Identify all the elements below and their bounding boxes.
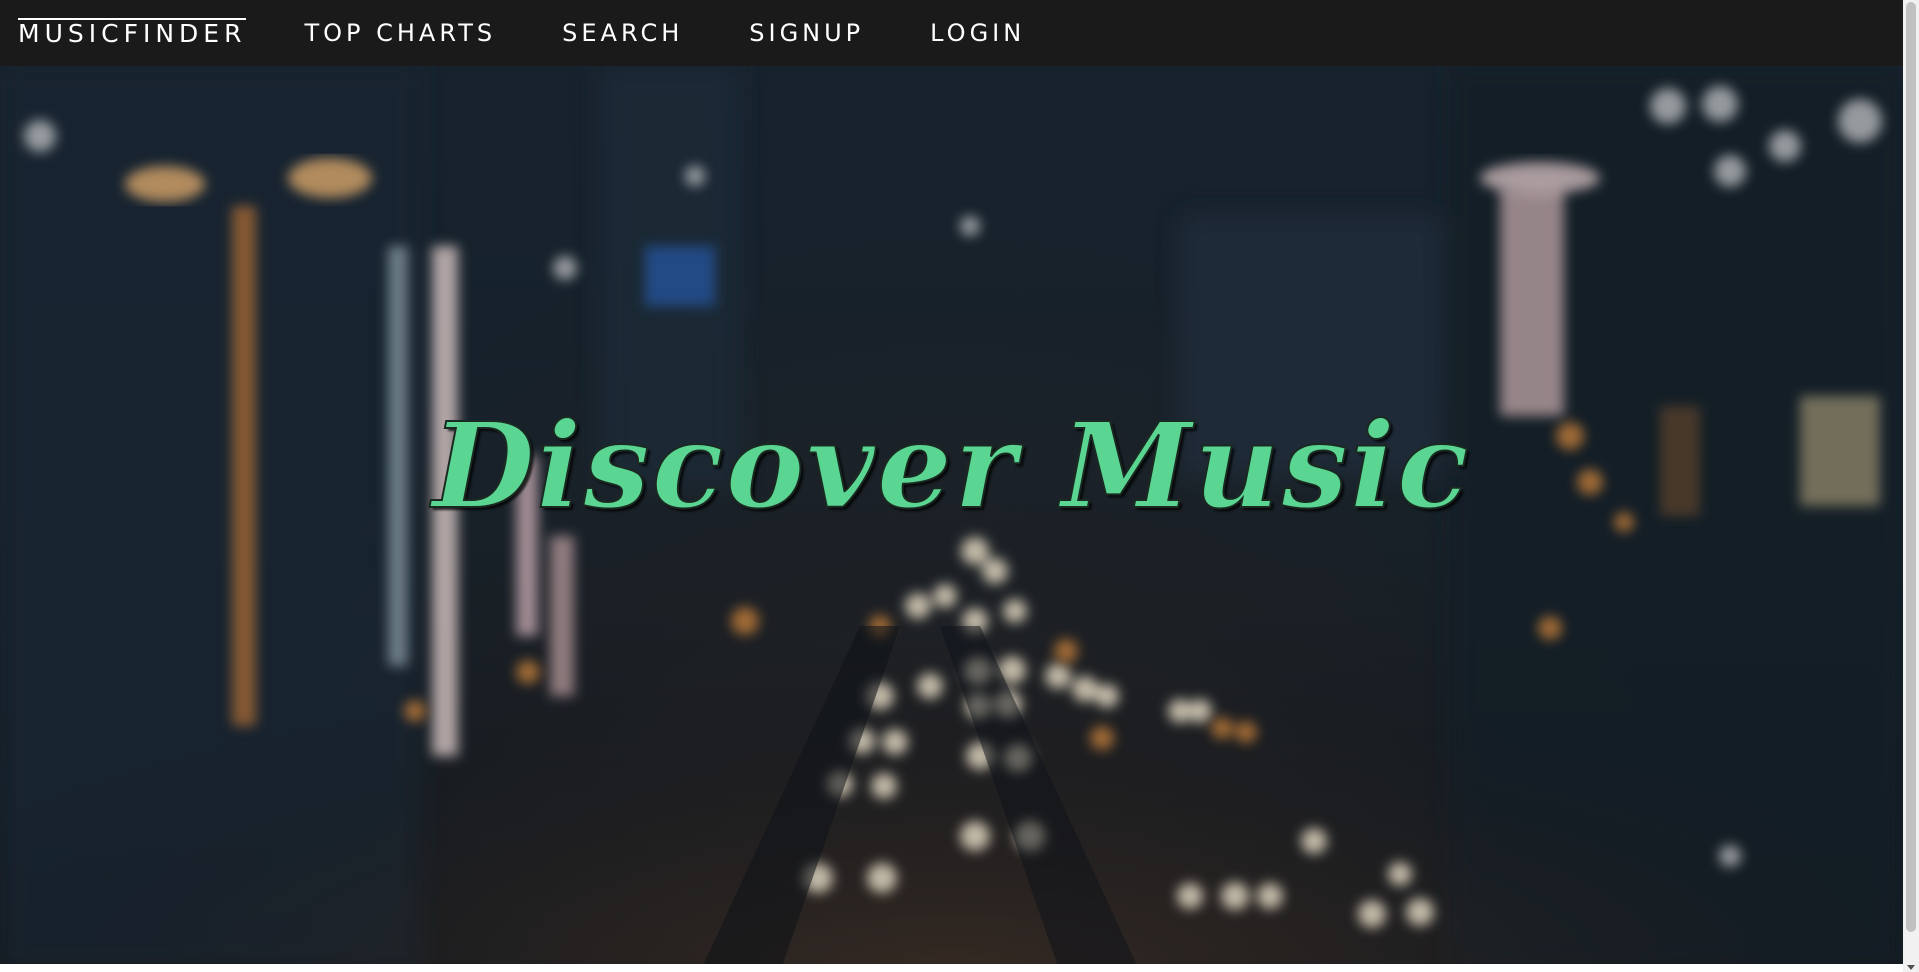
nav-link-search[interactable]: SEARCH [562, 19, 683, 47]
vertical-scrollbar[interactable] [1903, 0, 1919, 972]
nav-link-top-charts[interactable]: TOP CHARTS [304, 19, 496, 47]
scrollbar-thumb[interactable] [1906, 2, 1916, 932]
brand-logo-link[interactable]: MUSICFINDER [18, 18, 247, 48]
top-navbar: MUSICFINDER TOP CHARTS SEARCH SIGNUP LOG… [0, 0, 1903, 66]
hero-title: Discover Music [431, 395, 1471, 536]
nav-link-login[interactable]: LOGIN [930, 19, 1025, 47]
scroll-down-arrow-icon[interactable] [1907, 965, 1915, 970]
nav-link-signup[interactable]: SIGNUP [749, 19, 864, 47]
hero-section: Discover Music [0, 66, 1903, 972]
page-bottom-strip [0, 964, 1903, 972]
